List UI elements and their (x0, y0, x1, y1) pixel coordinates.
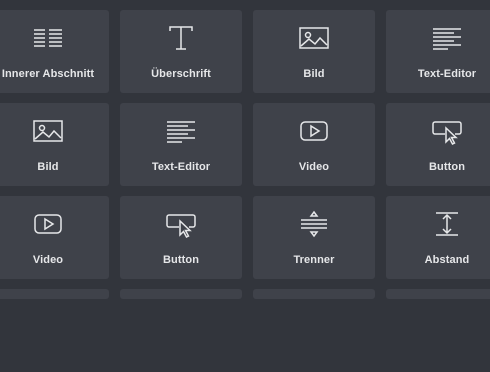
widget-label: Innerer Abschnitt (1, 68, 95, 80)
widget-button[interactable]: Button (120, 196, 242, 279)
image-icon (297, 24, 331, 52)
widget-tile-partial[interactable] (0, 289, 109, 299)
inner-section-icon (31, 24, 65, 52)
widget-tile-partial[interactable] (120, 289, 242, 299)
widget-grid: Innerer Abschnitt Überschrift Bild Text-… (0, 10, 490, 372)
widget-label: Trenner (293, 254, 335, 266)
widget-spacer[interactable]: Abstand (386, 196, 490, 279)
widget-video[interactable]: Video (0, 196, 109, 279)
widget-inner-section[interactable]: Innerer Abschnitt (0, 10, 109, 93)
text-editor-icon (430, 24, 464, 52)
button-icon (430, 117, 464, 145)
widget-label: Bild (303, 68, 325, 80)
widget-image[interactable]: Bild (0, 103, 109, 186)
widget-text-editor[interactable]: Text-Editor (386, 10, 490, 93)
widget-button[interactable]: Button (386, 103, 490, 186)
image-icon (31, 117, 65, 145)
widget-tile-partial[interactable] (386, 289, 490, 299)
button-icon (164, 210, 198, 238)
widget-label: Video (298, 161, 330, 173)
widget-label: Bild (37, 161, 59, 173)
text-editor-icon (164, 117, 198, 145)
widget-divider[interactable]: Trenner (253, 196, 375, 279)
video-icon (297, 117, 331, 145)
widget-label: Button (428, 161, 466, 173)
video-icon (31, 210, 65, 238)
widget-video[interactable]: Video (253, 103, 375, 186)
spacer-icon (430, 210, 464, 238)
widget-label: Text-Editor (151, 161, 211, 173)
widget-label: Text-Editor (417, 68, 477, 80)
widget-label: Abstand (424, 254, 470, 266)
divider-icon (297, 210, 331, 238)
widget-heading[interactable]: Überschrift (120, 10, 242, 93)
widget-label: Überschrift (151, 68, 211, 80)
widget-text-editor[interactable]: Text-Editor (120, 103, 242, 186)
widget-image[interactable]: Bild (253, 10, 375, 93)
widget-label: Button (162, 254, 200, 266)
heading-icon (164, 24, 198, 52)
widget-tile-partial[interactable] (253, 289, 375, 299)
widget-label: Video (32, 254, 64, 266)
